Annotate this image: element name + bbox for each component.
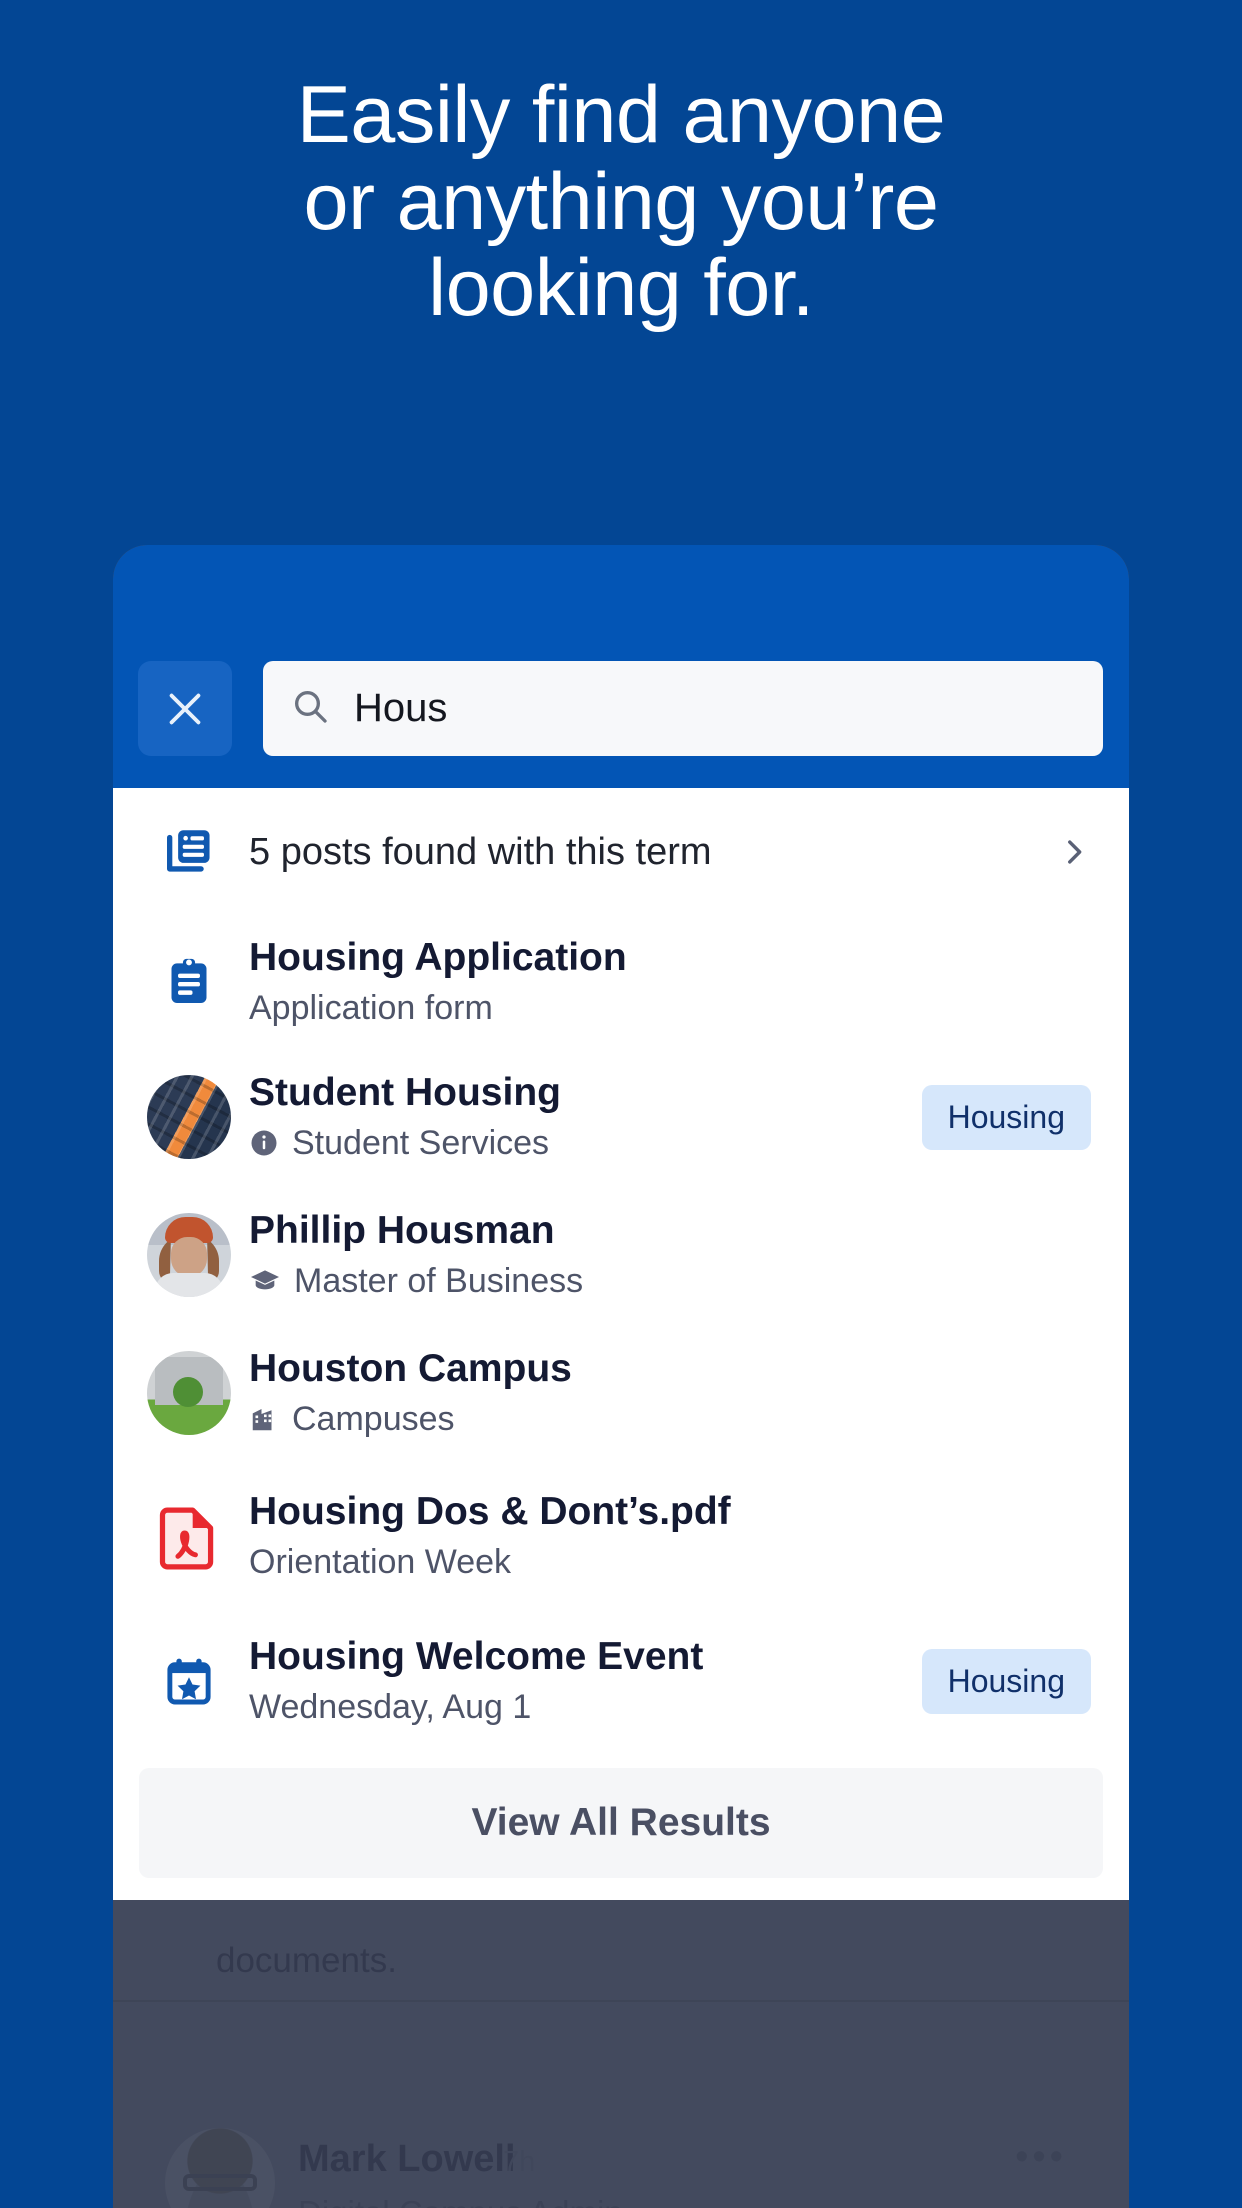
feed-post: Mark Lowell 7h Digital Campus Admin •••	[113, 2090, 1129, 2208]
result-row-housing-pdf[interactable]: Housing Dos & Dont’s.pdf Orientation Wee…	[113, 1462, 1129, 1610]
search-row: Hous	[138, 661, 1103, 756]
result-subtitle: Orientation Week	[249, 1542, 512, 1581]
result-title: Housing Application	[249, 936, 627, 980]
pdf-icon	[143, 1499, 235, 1573]
result-subtitle: Wednesday, Aug 1	[249, 1687, 532, 1726]
result-title: Student Housing	[249, 1071, 561, 1115]
result-row-body: Student Housing Student Services	[235, 1070, 906, 1163]
result-title: Housing Dos & Dont’s.pdf	[249, 1490, 731, 1534]
result-row-phillip-housman[interactable]: Phillip Housman Master of Business	[113, 1186, 1129, 1324]
feed-post-role: Digital Campus Admin	[298, 2194, 623, 2208]
more-options-icon: •••	[1015, 2136, 1067, 2178]
result-row-posts-body: 5 posts found with this term	[235, 830, 1041, 874]
search-input-value: Hous	[354, 686, 448, 730]
headline-line-1: Easily find anyone	[296, 70, 946, 160]
feed-post-time: 7h	[503, 2146, 536, 2178]
result-title: Housing Welcome Event	[249, 1635, 704, 1679]
result-row-houston-campus[interactable]: Houston Campus Campuses	[113, 1324, 1129, 1462]
avatar-phillip-housman	[143, 1213, 235, 1297]
search-results-panel: 5 posts found with this term Housing App…	[113, 788, 1129, 1900]
graduation-cap-icon	[249, 1265, 281, 1297]
result-subtitle-wrap: Orientation Week	[249, 1542, 1091, 1583]
result-row-posts-label: 5 posts found with this term	[249, 830, 712, 873]
result-subtitle: Master of Business	[294, 1261, 584, 1300]
result-row-body: Phillip Housman Master of Business	[235, 1208, 1091, 1301]
feed-divider	[113, 2000, 1129, 2002]
calendar-star-icon	[143, 1653, 235, 1709]
result-row-student-housing[interactable]: Student Housing Student Services Housing	[113, 1048, 1129, 1186]
posts-icon	[143, 823, 235, 881]
result-row-housing-application[interactable]: Housing Application Application form	[113, 916, 1129, 1048]
clipboard-icon	[143, 954, 235, 1010]
result-row-body: Housing Welcome Event Wednesday, Aug 1	[235, 1634, 906, 1727]
result-title: Houston Campus	[249, 1347, 572, 1391]
result-subtitle-wrap: Campuses	[249, 1399, 1091, 1440]
search-input[interactable]: Hous	[263, 661, 1103, 756]
result-row-posts[interactable]: 5 posts found with this term	[113, 788, 1129, 916]
feed-post-author: Mark Lowell	[298, 2138, 516, 2180]
result-row-housing-welcome-event[interactable]: Housing Welcome Event Wednesday, Aug 1 H…	[113, 1610, 1129, 1752]
chevron-right-icon[interactable]	[1057, 835, 1091, 869]
result-row-body: Housing Dos & Dont’s.pdf Orientation Wee…	[235, 1489, 1091, 1582]
result-subtitle: Application form	[249, 988, 493, 1027]
result-subtitle: Student Services	[292, 1123, 550, 1162]
result-subtitle-wrap: Student Services	[249, 1123, 906, 1164]
search-header: Hous	[113, 545, 1129, 788]
headline-line-3: looking for.	[428, 243, 814, 334]
headline-line-2: or anything you’re	[303, 156, 939, 247]
feed-trailing-text: documents.	[216, 1941, 397, 1980]
info-icon	[249, 1128, 279, 1158]
result-subtitle: Campuses	[292, 1399, 455, 1438]
view-all-results-button[interactable]: View All Results	[139, 1768, 1103, 1878]
result-row-body: Housing Application Application form	[235, 935, 1091, 1028]
result-subtitle-wrap: Master of Business	[249, 1261, 1091, 1302]
close-button[interactable]	[138, 661, 232, 756]
status-badge: Housing	[921, 1084, 1091, 1150]
avatar	[165, 2128, 275, 2208]
avatar-student-housing	[143, 1075, 235, 1159]
result-subtitle-wrap: Wednesday, Aug 1	[249, 1687, 906, 1728]
avatar-houston-campus	[143, 1351, 235, 1435]
building-icon	[249, 1404, 279, 1434]
phone-mockup: documents. Mark Lowell 7h Digital Campus…	[113, 545, 1129, 2208]
close-icon	[162, 686, 208, 732]
page-headline: Easily find anyone or anything you’re lo…	[0, 72, 1242, 332]
result-subtitle-wrap: Application form	[249, 988, 1091, 1029]
result-title: Phillip Housman	[249, 1209, 555, 1253]
status-badge: Housing	[921, 1648, 1091, 1714]
result-row-body: Houston Campus Campuses	[235, 1346, 1091, 1439]
search-icon	[290, 686, 330, 731]
